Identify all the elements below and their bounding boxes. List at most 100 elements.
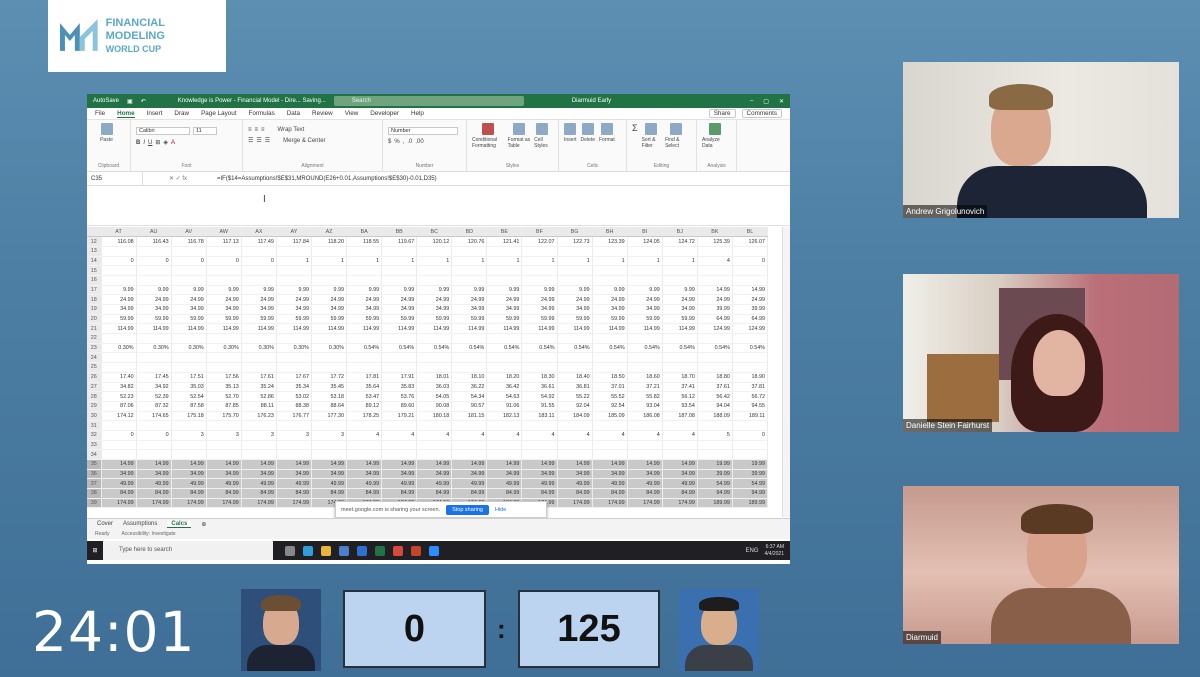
cell[interactable] (381, 449, 418, 460)
cell[interactable]: 34.99 (206, 469, 242, 480)
cell[interactable]: 91.06 (486, 401, 523, 412)
cell[interactable]: 18.20 (486, 372, 523, 383)
cell[interactable]: 34.99 (451, 304, 488, 315)
cell[interactable]: 52.70 (206, 391, 242, 402)
cell[interactable]: 114.99 (451, 323, 488, 335)
cell[interactable] (311, 275, 348, 286)
paste-button[interactable]: Paste (92, 123, 121, 143)
cell[interactable]: 114.99 (276, 323, 312, 335)
cell[interactable]: 55.52 (592, 391, 628, 402)
cell[interactable] (101, 246, 137, 257)
cell[interactable]: 24.99 (206, 294, 242, 305)
row-number[interactable]: 31 (87, 420, 102, 431)
cell[interactable] (627, 420, 663, 431)
cell[interactable] (557, 333, 593, 344)
cell[interactable]: 34.99 (451, 469, 488, 480)
menu-formulas[interactable]: Formulas (248, 110, 274, 117)
cell[interactable]: 4 (486, 430, 523, 441)
cell[interactable]: 54.34 (451, 391, 488, 402)
cell[interactable]: 59.99 (241, 314, 277, 325)
cell[interactable]: 35.34 (276, 382, 312, 393)
cell[interactable]: 49.99 (311, 478, 348, 490)
cell[interactable]: 64.99 (732, 314, 769, 325)
cell[interactable]: 34.99 (416, 469, 453, 480)
cell[interactable]: 56.72 (732, 391, 769, 402)
cell[interactable]: 175.70 (206, 411, 242, 422)
cell[interactable] (136, 265, 172, 276)
column-header[interactable]: AT (101, 227, 137, 238)
cell[interactable] (171, 333, 207, 344)
cell[interactable]: 186.08 (627, 411, 663, 422)
cell[interactable]: 9.99 (241, 285, 277, 296)
cell[interactable]: 59.99 (521, 314, 558, 325)
cell[interactable] (592, 352, 628, 364)
cell[interactable] (101, 333, 137, 344)
cell[interactable]: 188.09 (697, 411, 733, 422)
cell[interactable]: 37.41 (662, 382, 698, 393)
cell[interactable] (697, 440, 733, 451)
menu-view[interactable]: View (345, 110, 359, 117)
cell[interactable]: 54.92 (521, 391, 558, 402)
cell[interactable]: 35.13 (206, 382, 242, 393)
cell[interactable] (241, 440, 277, 451)
cell[interactable] (171, 246, 207, 257)
cell[interactable] (276, 265, 312, 276)
cell[interactable]: 34.99 (627, 469, 663, 480)
cell[interactable]: 37.01 (592, 382, 628, 393)
column-header[interactable]: BF (521, 227, 558, 238)
language-indicator[interactable]: ENG (746, 548, 759, 554)
cell[interactable]: 178.25 (346, 411, 383, 422)
cell[interactable] (381, 246, 418, 257)
cell[interactable]: 117.13 (206, 236, 242, 247)
cell[interactable] (697, 275, 733, 286)
search-box[interactable]: Search (333, 96, 524, 106)
menu-insert[interactable]: Insert (147, 110, 163, 117)
cell[interactable]: 14.99 (662, 459, 698, 470)
cell[interactable]: 3 (241, 430, 277, 441)
cell[interactable]: 49.99 (171, 478, 207, 490)
column-header[interactable]: AW (206, 227, 242, 238)
cell[interactable]: 0.30% (171, 343, 207, 354)
font-name-select[interactable]: Calibri (136, 127, 190, 135)
cell[interactable] (451, 265, 488, 276)
column-header[interactable]: BI (627, 227, 663, 238)
cell[interactable] (311, 362, 348, 373)
cell[interactable]: 49.99 (346, 478, 383, 490)
cell[interactable]: 56.42 (697, 391, 733, 402)
cell[interactable]: 9.99 (486, 285, 523, 296)
cell[interactable] (732, 265, 769, 276)
cell[interactable]: 34.99 (486, 469, 523, 480)
cell[interactable]: 1 (592, 256, 628, 267)
cell[interactable]: 174.99 (662, 498, 698, 509)
cell[interactable]: 92.54 (592, 401, 628, 412)
cell[interactable] (101, 275, 137, 286)
cell[interactable] (346, 362, 383, 373)
cell[interactable] (521, 275, 558, 286)
cell[interactable]: 34.99 (346, 304, 383, 315)
cell[interactable] (381, 275, 418, 286)
cell[interactable]: 14.99 (416, 459, 453, 470)
cell[interactable] (557, 449, 593, 460)
cell[interactable] (276, 420, 312, 431)
row-number[interactable]: 39 (87, 498, 102, 509)
row-number[interactable]: 18 (87, 294, 102, 305)
cell[interactable] (662, 275, 698, 286)
fx-icon[interactable]: ✕ ✓ fx (143, 175, 213, 182)
cell[interactable]: 17.40 (101, 372, 137, 383)
corner-cell[interactable] (87, 227, 102, 238)
cell[interactable] (627, 265, 663, 276)
cell[interactable]: 17.81 (346, 372, 383, 383)
cell[interactable]: 59.99 (451, 314, 488, 325)
cell[interactable]: 49.99 (557, 478, 593, 490)
cell[interactable]: 174.99 (241, 498, 277, 509)
column-header[interactable]: BA (346, 227, 383, 238)
cell[interactable]: 49.99 (101, 478, 137, 490)
cell[interactable] (171, 449, 207, 460)
cell[interactable]: 84.99 (662, 488, 698, 499)
cell[interactable] (486, 333, 523, 344)
cell[interactable]: 18.70 (662, 372, 698, 383)
tab-assumptions[interactable]: Assumptions (123, 521, 157, 527)
cell[interactable]: 84.99 (241, 488, 277, 499)
cell[interactable]: 0 (241, 256, 277, 267)
cell[interactable] (592, 440, 628, 451)
